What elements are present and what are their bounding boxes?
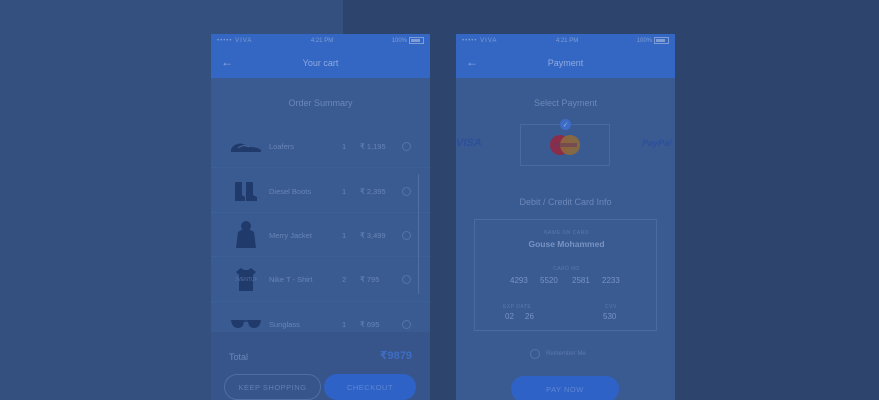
status-bar: ••••• VIVA 4:21 PM 100% xyxy=(211,34,430,47)
cvv-field[interactable]: 530 xyxy=(603,312,616,321)
tshirt-icon: ADVENTURE xyxy=(229,264,263,294)
item-price: ₹ 2,395 xyxy=(360,186,386,196)
carrier: ••••• VIVA xyxy=(217,37,253,44)
cart-item[interactable]: Merry Jacket 1 ₹ 3,499 xyxy=(211,213,430,257)
remove-item-icon[interactable] xyxy=(402,230,411,240)
item-qty: 1 xyxy=(342,319,347,329)
card-number-group[interactable]: 2233 xyxy=(602,276,620,285)
item-qty: 2 xyxy=(342,274,347,284)
sunglass-icon xyxy=(229,309,263,330)
card-info-box: NAME ON CARD Gouse Mohammed CARD NO 4293… xyxy=(474,219,657,331)
cvv-label: CVV xyxy=(605,304,617,310)
item-price: ₹ 1,195 xyxy=(360,141,386,151)
pay-now-button[interactable]: PAY NOW xyxy=(511,376,619,400)
cart-item[interactable]: Diesel Boots 1 ₹ 2,395 xyxy=(211,169,430,213)
expiry-label: EXP DATE xyxy=(503,304,532,310)
cart-list: Loafers 1 ₹ 1,195 Diesel Boots 1 ₹ 2,395… xyxy=(211,122,430,330)
payment-screen: ••••• VIVA 4:21 PM 100% ← Payment Select… xyxy=(456,34,675,400)
card-number-label: CARD NO xyxy=(553,266,580,272)
card-number-group[interactable]: 4293 xyxy=(510,276,528,285)
card-number-group[interactable]: 5520 xyxy=(540,276,558,285)
carrier: ••••• VIVA xyxy=(462,37,498,44)
mastercard-icon xyxy=(550,135,580,155)
loafers-icon xyxy=(229,131,263,161)
card-info-title: Debit / Credit Card Info xyxy=(519,197,612,207)
item-name: Merry Jacket xyxy=(269,230,312,240)
battery-icon xyxy=(409,36,424,44)
status-bar: ••••• VIVA 4:21 PM 100% xyxy=(456,34,675,47)
name-on-card-label: NAME ON CARD xyxy=(544,230,589,236)
name-on-card-field[interactable]: Gouse Mohammed xyxy=(475,239,658,249)
status-time: 4:21 PM xyxy=(310,37,334,44)
expiry-month-field[interactable]: 02 xyxy=(505,312,514,321)
boots-icon xyxy=(229,176,263,206)
cart-item[interactable]: Sunglass 1 ₹ 695 xyxy=(211,302,430,330)
back-arrow-icon[interactable]: ← xyxy=(221,55,233,69)
cart-screen: ••••• VIVA 4:21 PM 100% ← Your cart Orde… xyxy=(211,34,430,400)
item-qty: 1 xyxy=(342,230,347,240)
item-price: ₹ 3,499 xyxy=(360,230,386,240)
remove-item-icon[interactable] xyxy=(402,186,411,196)
expiry-year-field[interactable]: 26 xyxy=(525,312,534,321)
visa-option[interactable]: VISA xyxy=(456,137,482,149)
navbar: ← Your cart xyxy=(211,47,430,78)
divider xyxy=(211,167,430,168)
jacket-icon xyxy=(229,220,263,250)
order-summary-title: Order Summary xyxy=(288,98,353,108)
remember-me-label: Remember Me xyxy=(546,351,586,357)
selected-check-icon: ✓ xyxy=(560,119,571,130)
item-qty: 1 xyxy=(342,141,347,151)
total-label: Total xyxy=(229,352,249,362)
mastercard-option[interactable] xyxy=(520,124,610,166)
select-payment-title: Select Payment xyxy=(533,98,598,108)
payment-methods: VISA ✓ PayPal xyxy=(456,119,675,168)
page-title: Your cart xyxy=(302,57,339,68)
checkout-button[interactable]: CHECKOUT xyxy=(324,374,416,400)
cart-item[interactable]: Loafers 1 ₹ 1,195 xyxy=(211,124,430,168)
remember-me-toggle[interactable]: Remember Me xyxy=(530,349,586,359)
checkbox-icon xyxy=(530,349,540,359)
item-name: Loafers xyxy=(269,141,295,151)
battery-indicator: 100% xyxy=(392,36,424,44)
remove-item-icon[interactable] xyxy=(402,319,411,329)
back-arrow-icon[interactable]: ← xyxy=(466,55,478,69)
page-title: Payment xyxy=(547,57,584,68)
scrollbar[interactable] xyxy=(418,174,419,294)
battery-icon xyxy=(654,36,669,44)
item-price: ₹ 695 xyxy=(360,319,380,329)
svg-text:ADVENTURE: ADVENTURE xyxy=(235,277,257,283)
item-name: Diesel Boots xyxy=(269,186,312,196)
remove-item-icon[interactable] xyxy=(402,141,411,151)
battery-indicator: 100% xyxy=(637,36,669,44)
item-name: Sunglass xyxy=(269,319,300,329)
item-qty: 1 xyxy=(342,186,347,196)
item-price: ₹ 795 xyxy=(360,274,380,284)
navbar: ← Payment xyxy=(456,47,675,78)
keep-shopping-button[interactable]: KEEP SHOPPING xyxy=(224,374,321,400)
status-time: 4:21 PM xyxy=(555,37,579,44)
item-name: Nike T - Shirt xyxy=(269,274,313,284)
paypal-option[interactable]: PayPal xyxy=(642,138,672,148)
card-number-group[interactable]: 2581 xyxy=(572,276,590,285)
cart-item[interactable]: ADVENTURE Nike T - Shirt 2 ₹ 795 xyxy=(211,257,430,301)
remove-item-icon[interactable] xyxy=(402,274,411,284)
total-value: ₹9879 xyxy=(379,350,412,362)
cart-footer: Total ₹9879 KEEP SHOPPING CHECKOUT xyxy=(211,332,430,400)
